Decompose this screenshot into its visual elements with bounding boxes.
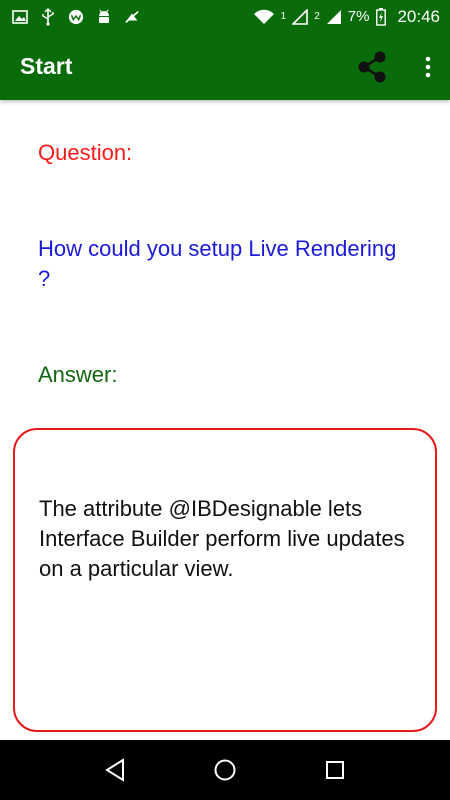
sim2-label: 2 (314, 11, 320, 22)
status-right-icons: 1 2 7% 20:46 (253, 7, 440, 27)
recents-icon[interactable] (315, 750, 355, 790)
answer-card: The attribute @IBDesignable lets Interfa… (13, 428, 437, 732)
toolbar-actions (354, 49, 436, 85)
home-icon[interactable] (205, 750, 245, 790)
overflow-menu-icon[interactable] (420, 49, 436, 85)
answer-text: The attribute @IBDesignable lets Interfa… (39, 496, 405, 581)
main-content: Question: How could you setup Live Rende… (0, 100, 450, 740)
android-icon (96, 9, 112, 25)
crossed-bell-icon (124, 9, 140, 25)
toolbar-title: Start (20, 53, 73, 79)
battery-percent: 7% (347, 8, 370, 25)
question-label: Question: (38, 140, 133, 165)
question-text: How could you setup Live Rendering ? (38, 236, 397, 291)
signal-icon (292, 8, 309, 25)
share-icon[interactable] (354, 49, 390, 85)
back-icon[interactable] (95, 750, 135, 790)
clock-time: 20:46 (397, 6, 440, 26)
status-bar: 1 2 7% 20:46 (0, 0, 450, 33)
usb-icon (40, 7, 56, 26)
wear-icon (68, 9, 84, 25)
image-icon (12, 9, 28, 25)
app-toolbar: Start (0, 33, 450, 100)
wifi-icon (253, 9, 275, 25)
sim1-label: 1 (280, 11, 287, 22)
answer-label: Answer: (38, 362, 118, 387)
status-left-icons (12, 7, 140, 26)
signal-icon (326, 9, 342, 25)
system-nav-bar (0, 740, 450, 800)
battery-charging-icon (375, 7, 387, 26)
